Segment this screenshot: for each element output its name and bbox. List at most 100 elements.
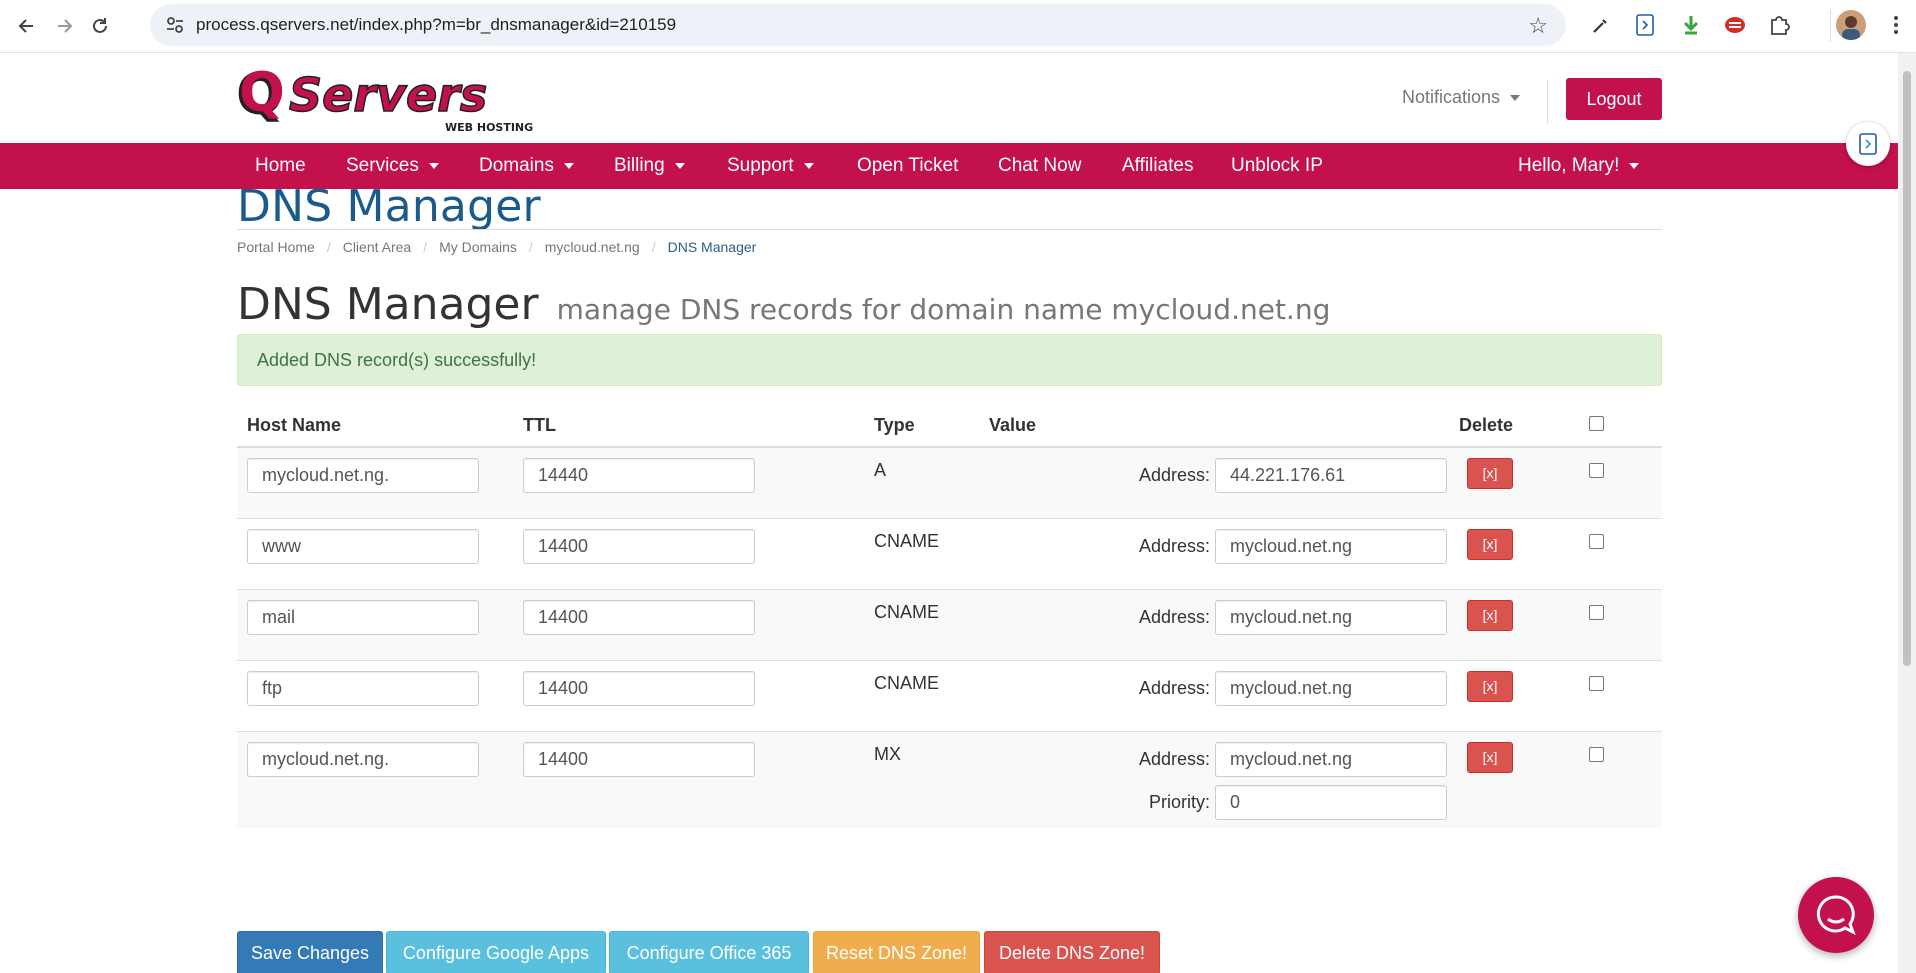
priority-input[interactable]: 0 [1215, 785, 1447, 820]
ttl-input[interactable]: 14400 [523, 600, 755, 635]
breadcrumb-separator: / [326, 239, 331, 255]
section-heading-subtitle: manage DNS records for domain name myclo… [556, 293, 1331, 326]
header-divider [1547, 80, 1548, 124]
nav-user-menu[interactable]: Hello, Mary! [1518, 143, 1640, 189]
breadcrumb-separator: / [423, 239, 428, 255]
extension-docs-icon [1859, 133, 1877, 155]
reset-dns-zone-button[interactable]: Reset DNS Zone! [813, 931, 980, 973]
nav-chat-now[interactable]: Chat Now [998, 143, 1081, 189]
delete-record-button[interactable]: [x] [1467, 458, 1513, 489]
host-name-input[interactable]: mycloud.net.ng. [247, 742, 479, 777]
configure-google-apps-button[interactable]: Configure Google Apps [386, 931, 606, 973]
notifications-label: Notifications [1402, 87, 1501, 107]
extension-docs-icon[interactable] [1632, 12, 1658, 38]
nav-support[interactable]: Support [727, 143, 814, 189]
caret-down-icon [674, 162, 685, 169]
browser-toolbar: process.qservers.net/index.php?m=br_dnsm… [0, 0, 1916, 53]
caret-down-icon [1629, 162, 1640, 169]
table-row: mail 14400 CNAME Address: mycloud.net.ng… [237, 589, 1662, 661]
caret-down-icon [803, 162, 814, 169]
table-row: ftp 14400 CNAME Address: mycloud.net.ng … [237, 660, 1662, 732]
svg-text:Q: Q [239, 69, 285, 124]
nav-services-label: Services [346, 155, 419, 176]
more-menu-icon[interactable] [1883, 12, 1909, 38]
col-delete: Delete [1459, 404, 1562, 448]
page-scrollbar[interactable] [1898, 53, 1916, 973]
address-label: Address: [1138, 465, 1210, 485]
reload-button[interactable] [84, 10, 116, 42]
arrow-right-icon [58, 19, 73, 33]
delete-record-button[interactable]: [x] [1467, 529, 1513, 560]
record-checkbox[interactable] [1589, 605, 1604, 620]
nav-affiliates[interactable]: Affiliates [1122, 143, 1193, 189]
qservers-logo[interactable]: Q Q Servers WEB HOSTING [237, 69, 547, 133]
alert-text: Added DNS record(s) successfully! [257, 350, 537, 370]
address-input[interactable]: mycloud.net.ng [1215, 671, 1447, 706]
reload-icon [93, 18, 107, 33]
site-info-icon[interactable] [164, 14, 186, 36]
record-type: CNAME [874, 531, 940, 551]
back-button[interactable] [11, 10, 43, 42]
col-select-all [1562, 404, 1662, 448]
eyedropper-icon[interactable] [1588, 12, 1614, 38]
scrollbar-thumb[interactable] [1903, 71, 1911, 666]
priority-label: Priority: [1148, 792, 1210, 812]
host-name-input[interactable]: ftp [247, 671, 479, 706]
save-changes-button[interactable]: Save Changes [237, 931, 383, 973]
host-name-input[interactable]: mycloud.net.ng. [247, 458, 479, 493]
puzzle-icon[interactable] [1766, 12, 1792, 38]
title-divider [237, 229, 1662, 230]
bookmark-star-icon[interactable]: ☆ [1528, 13, 1548, 39]
record-checkbox[interactable] [1589, 747, 1604, 762]
configure-office-365-button[interactable]: Configure Office 365 [609, 931, 809, 973]
url-text[interactable]: process.qservers.net/index.php?m=br_dnsm… [196, 4, 676, 46]
download-arrow-icon[interactable] [1678, 12, 1704, 38]
delete-record-button[interactable]: [x] [1467, 671, 1513, 702]
record-type: MX [874, 744, 901, 764]
logout-button[interactable]: Logout [1566, 78, 1662, 120]
floating-extension-button[interactable] [1846, 122, 1890, 166]
ttl-input[interactable]: 14440 [523, 458, 755, 493]
address-input[interactable]: mycloud.net.ng [1215, 600, 1447, 635]
nav-domains-label: Domains [479, 155, 554, 176]
host-name-input[interactable]: mail [247, 600, 479, 635]
address-bar[interactable]: process.qservers.net/index.php?m=br_dnsm… [150, 4, 1566, 46]
record-type: A [874, 460, 887, 480]
host-name-input[interactable]: www [247, 529, 479, 564]
toolbar-divider [1830, 10, 1831, 42]
col-ttl: TTL [523, 404, 874, 448]
caret-down-icon [428, 162, 439, 169]
breadcrumb-domain[interactable]: mycloud.net.ng [545, 239, 640, 255]
profile-avatar[interactable] [1836, 10, 1866, 40]
record-checkbox[interactable] [1589, 463, 1604, 478]
nav-support-label: Support [727, 155, 794, 176]
delete-record-button[interactable]: [x] [1467, 742, 1513, 773]
ttl-input[interactable]: 14400 [523, 529, 755, 564]
table-row: mycloud.net.ng. 14400 MX Address: myclou… [237, 731, 1662, 828]
breadcrumb-client-area[interactable]: Client Area [343, 239, 411, 255]
nav-open-ticket[interactable]: Open Ticket [857, 143, 958, 189]
nav-open-ticket-label: Open Ticket [857, 155, 959, 176]
notifications-dropdown[interactable]: Notifications [1402, 87, 1521, 108]
ttl-input[interactable]: 14400 [523, 671, 755, 706]
col-value: Value [989, 404, 1459, 448]
address-input[interactable]: mycloud.net.ng [1215, 529, 1447, 564]
address-input[interactable]: mycloud.net.ng [1215, 742, 1447, 777]
record-checkbox[interactable] [1589, 676, 1604, 691]
address-input[interactable]: 44.221.176.61 [1215, 458, 1447, 493]
lastpass-icon[interactable] [1722, 12, 1748, 38]
chat-widget-button[interactable] [1798, 877, 1874, 953]
breadcrumb-portal-home[interactable]: Portal Home [237, 239, 315, 255]
delete-dns-zone-button[interactable]: Delete DNS Zone! [984, 931, 1160, 973]
address-label: Address: [1138, 749, 1210, 769]
record-type: CNAME [874, 673, 940, 693]
site-header: Q Q Servers WEB HOSTING Notifications Lo… [0, 53, 1898, 142]
nav-billing[interactable]: Billing [614, 143, 685, 189]
delete-record-button[interactable]: [x] [1467, 600, 1513, 631]
ttl-input[interactable]: 14400 [523, 742, 755, 777]
select-all-checkbox[interactable] [1589, 415, 1604, 431]
nav-unblock-ip[interactable]: Unblock IP [1231, 143, 1323, 189]
breadcrumb-my-domains[interactable]: My Domains [439, 239, 517, 255]
forward-button[interactable] [48, 10, 80, 42]
record-checkbox[interactable] [1589, 534, 1604, 549]
